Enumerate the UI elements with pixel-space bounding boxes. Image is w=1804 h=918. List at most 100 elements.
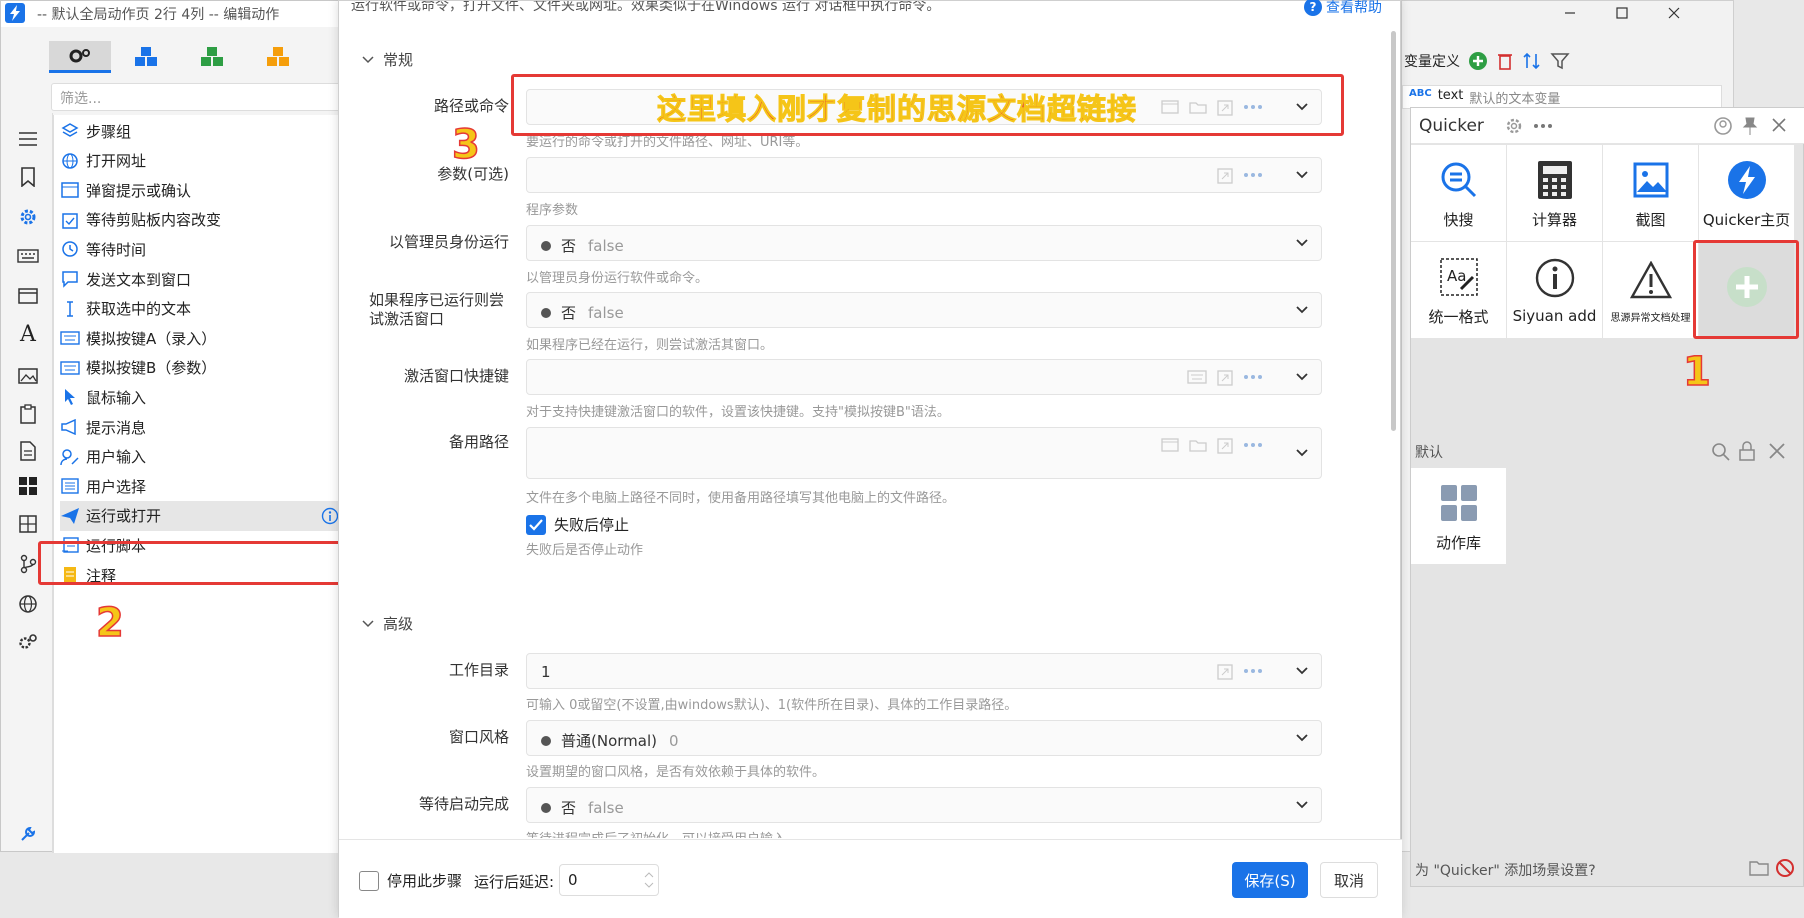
close-icon[interactable] [1771,117,1787,133]
menu-icon[interactable] [17,128,39,150]
tab-cubes-orange[interactable] [247,41,309,73]
args-field[interactable] [526,157,1322,193]
bookmark-icon[interactable] [17,166,39,188]
globe-icon[interactable] [17,593,39,615]
account-icon[interactable] [1713,116,1733,136]
section-advanced[interactable]: 高级 [361,613,413,634]
expand-edit-icon[interactable] [1217,370,1233,386]
lock-icon[interactable] [1739,441,1755,461]
branch-icon[interactable] [17,553,39,575]
section-general-title: 常规 [383,51,414,69]
admin-select[interactable]: 否 false [526,225,1322,261]
clipboard-icon[interactable] [17,403,39,425]
keyboard-icon[interactable] [17,245,39,267]
step-item[interactable]: 弹窗提示或确认 [60,175,343,205]
action-siyuan-exception[interactable]: 思源异常文档处理 [1603,242,1698,338]
action-calculator[interactable]: 计算器 [1507,145,1602,241]
wrench-icon[interactable] [17,823,39,845]
delete-icon[interactable] [1496,51,1514,71]
workdir-field[interactable]: 1 [526,653,1322,689]
expand-edit-icon[interactable] [1217,664,1233,680]
step-item[interactable]: 用户输入 [60,442,343,472]
action-quick-search[interactable]: 快搜 [1411,145,1506,241]
action-siyuan-add[interactable]: Siyuan add [1507,242,1602,338]
admin-raw-value: false [588,236,624,255]
close-icon[interactable] [1666,5,1682,21]
help-link[interactable]: ? 查看帮助 [1304,0,1382,17]
pin-icon[interactable] [1741,116,1759,136]
action-screenshot[interactable]: 截图 [1603,145,1698,241]
more-icon[interactable] [1243,168,1263,182]
section-general[interactable]: 常规 [361,49,413,70]
document-icon[interactable] [17,440,39,462]
stop-on-fail-checkbox[interactable]: 失败后停止 [526,514,629,535]
scrollbar-thumb[interactable] [1391,31,1396,431]
gears-small-icon[interactable] [17,631,39,653]
maximize-icon[interactable] [1614,5,1630,21]
editor-tabs [49,41,339,73]
action-library[interactable]: 动作库 [1411,468,1506,564]
more-icon[interactable] [1243,664,1263,678]
winstyle-select[interactable]: 普通(Normal) 0 [526,720,1322,756]
step-item[interactable]: 等待剪贴板内容改变 [60,205,343,235]
more-icon[interactable] [1243,438,1263,452]
folder-icon[interactable] [1189,438,1207,452]
tab-cubes-green[interactable] [181,41,243,73]
more-menu-icon[interactable] [1532,116,1554,136]
admin-help: 以管理员身份运行软件或命令。 [526,271,709,286]
step-item[interactable]: 提示消息 [60,412,343,442]
step-item[interactable]: 模拟按键A（录入） [60,323,343,353]
minimize-icon[interactable] [1562,5,1578,21]
search-icon[interactable] [1711,442,1731,462]
checkbox-checked-icon[interactable] [526,514,546,535]
expand-edit-icon[interactable] [1217,438,1233,454]
globe-icon [60,151,80,171]
workdir-label: 工作目录 [448,661,509,679]
folder-icon[interactable] [1749,860,1769,876]
more-icon[interactable] [1243,370,1263,384]
step-item[interactable]: 运行或打开 [60,500,343,531]
checkbox-unchecked-icon[interactable] [359,870,379,891]
windows-icon[interactable] [17,475,39,497]
keyboard-icon[interactable] [1187,370,1207,384]
spinner-icon[interactable] [644,871,654,889]
expand-edit-icon[interactable] [1217,168,1233,184]
step-item[interactable]: 等待时间 [60,234,343,264]
image-icon[interactable] [17,365,39,387]
step-item[interactable]: 用户选择 [60,471,343,501]
hotkey-field[interactable] [526,359,1322,395]
calculator-icon[interactable] [17,513,39,535]
disable-step-checkbox[interactable]: 停用此步骤 [359,870,462,891]
add-variable-icon[interactable] [1468,51,1488,71]
action-quicker-home[interactable]: Quicker主页 [1699,145,1794,241]
step-item[interactable]: 发送文本到窗口 [60,264,343,294]
tab-cubes-blue[interactable] [115,41,177,73]
text-icon[interactable]: A [17,322,39,347]
window-pick-icon[interactable] [1161,438,1179,452]
step-filter-input[interactable]: 筛选... [51,83,346,111]
tools-icon[interactable] [1767,441,1787,461]
settings-icon[interactable] [17,206,39,228]
step-item[interactable]: 鼠标输入 [60,382,343,412]
step-item[interactable]: 模拟按键B（参数） [60,353,343,383]
step-item[interactable]: 打开网址 [60,146,343,176]
step-item[interactable]: 获取选中的文本 [60,294,343,324]
save-button[interactable]: 保存(S) [1232,862,1308,898]
activate-select[interactable]: 否 false [526,292,1322,328]
variable-row[interactable]: ABC text 默认的文本变量 [1402,85,1722,109]
cancel-button[interactable]: 取消 [1320,862,1378,898]
settings-icon[interactable] [1504,116,1524,136]
wait-select[interactable]: 否 false [526,787,1322,823]
forbidden-icon[interactable] [1775,858,1795,878]
step-item[interactable]: 步骤组 [60,116,343,146]
info-icon[interactable] [321,507,339,525]
sort-icon[interactable] [1522,51,1542,71]
action-unify-format[interactable]: Aa 统一格式 [1411,242,1506,338]
hotkey-label: 激活窗口快捷键 [403,367,509,385]
delay-input[interactable]: 0 [559,864,659,896]
filter-icon[interactable] [1550,51,1570,71]
args-label: 参数(可选) [437,165,509,183]
window-icon[interactable] [17,285,39,307]
altpath-field[interactable] [526,427,1322,479]
tab-gear[interactable] [49,41,111,73]
